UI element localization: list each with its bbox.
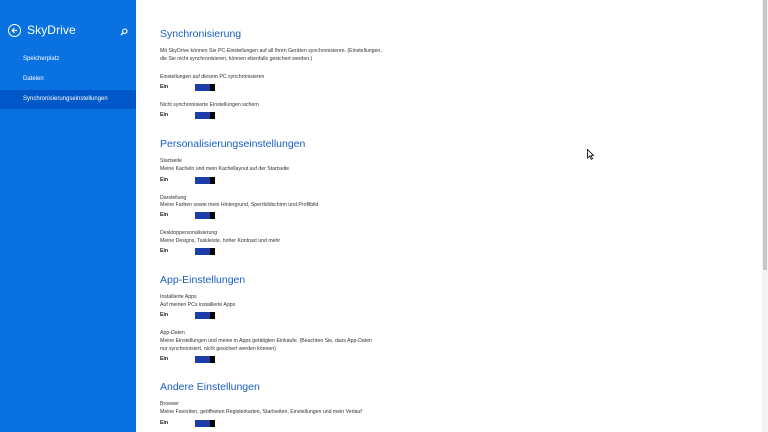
app-header: SkyDrive <box>8 21 132 39</box>
setting-label-display: Darstellung <box>160 195 187 201</box>
setting-label-sync-pc: Einstellungen auf diesem PC synchronisie… <box>160 74 265 80</box>
sync-description-line2: die Sie nicht synchronisieren, können eb… <box>160 56 313 62</box>
setting-desc-app-data-line2: nur synchronisiert, nicht gesichert werd… <box>160 346 276 352</box>
setting-desc-display: Meine Farben sowie mein Hintergrund, Spe… <box>160 202 319 208</box>
toggle-app-data[interactable] <box>195 356 215 363</box>
vertical-scrollbar[interactable] <box>762 0 768 432</box>
state-label-app-data: Ein <box>160 356 169 362</box>
sidebar-item-sync-settings[interactable]: Synchronisierungseinstellungen <box>0 90 136 109</box>
toggle-desktop[interactable] <box>195 248 215 255</box>
sidebar: SkyDrive Speicherplatz Dateien Synchroni… <box>0 0 136 432</box>
back-button[interactable] <box>8 23 21 37</box>
search-button[interactable] <box>120 23 128 41</box>
setting-desc-app-data-line1: Meine Einstellungen und meine in Apps ge… <box>160 338 372 344</box>
setting-label-browser: Browser <box>160 401 180 407</box>
toggle-start[interactable] <box>195 177 215 184</box>
toggle-display[interactable] <box>195 212 215 219</box>
section-title-apps: App-Einstellungen <box>160 274 246 286</box>
setting-desc-start: Meine Kacheln und mein Kachellayout auf … <box>160 166 290 172</box>
setting-label-start: Startseite <box>160 158 182 164</box>
sync-description-line1: Mit SkyDrive können Sie PC-Einstellungen… <box>160 48 382 54</box>
toggle-sync-pc[interactable] <box>195 84 215 91</box>
section-title-personalization: Personalisierungseinstellungen <box>160 138 306 150</box>
state-label-desktop: Ein <box>160 248 169 254</box>
search-icon <box>120 28 128 36</box>
sidebar-item-speicherplatz[interactable]: Speicherplatz <box>0 50 136 69</box>
section-title-sync: Synchronisierung <box>160 28 242 40</box>
section-title-other: Andere Einstellungen <box>160 381 260 393</box>
setting-label-app-data: App-Daten <box>160 330 185 336</box>
state-label-browser: Ein <box>160 420 169 426</box>
toggle-browser[interactable] <box>195 420 215 427</box>
toggle-backup[interactable] <box>195 112 215 119</box>
toggle-installed-apps[interactable] <box>195 312 215 319</box>
sidebar-nav: Speicherplatz Dateien Synchronisierungse… <box>0 50 136 110</box>
setting-label-backup: Nicht synchronisierte Einstellungen sich… <box>160 102 259 108</box>
state-label-start: Ein <box>160 177 169 183</box>
settings-content: Synchronisierung Mit SkyDrive können Sie… <box>160 0 720 432</box>
state-label-installed-apps: Ein <box>160 312 169 318</box>
state-label-display: Ein <box>160 212 169 218</box>
setting-label-installed-apps: Installierte Apps <box>160 294 197 300</box>
setting-desc-installed-apps: Auf meinen PCs installierte Apps <box>160 302 236 308</box>
state-label-sync-pc: Ein <box>160 84 169 90</box>
sidebar-item-dateien[interactable]: Dateien <box>0 70 136 89</box>
scrollbar-thumb[interactable] <box>763 0 767 270</box>
setting-desc-desktop: Meine Designs, Taskleiste, hoher Kontras… <box>160 238 281 244</box>
mouse-cursor-icon <box>587 149 594 160</box>
setting-label-desktop: Desktoppersonalisierung <box>160 230 218 236</box>
back-arrow-icon <box>11 27 17 33</box>
setting-desc-browser: Meine Favoriten, geöffneten Registerkart… <box>160 409 362 415</box>
app-title: SkyDrive <box>27 23 76 37</box>
state-label-backup: Ein <box>160 112 169 118</box>
